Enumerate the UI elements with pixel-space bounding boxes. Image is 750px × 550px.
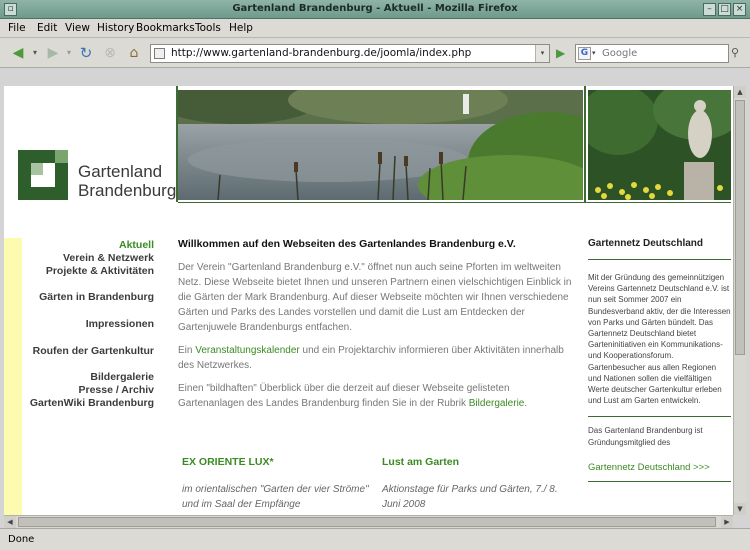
banner-pond-image	[178, 90, 583, 200]
menu-history[interactable]: History	[97, 22, 134, 34]
horizontal-scrollbar[interactable]: ◀ ▶	[4, 515, 733, 528]
menu-bookmarks[interactable]: Bookmarks	[136, 22, 195, 34]
gartennetz-link[interactable]: Gartennetz Deutschland >>>	[588, 462, 731, 482]
event-item: Lust am Garten Aktionstage für Parks und…	[382, 456, 572, 512]
banner-statue-image	[588, 90, 731, 200]
search-box[interactable]: G ▾	[575, 44, 729, 63]
page-viewport: Gartenland Brandenburg Aktuell Verein & …	[4, 86, 733, 515]
navigation-toolbar: ◀ ▾ ▶ ▾ ↻ ⊗ ⌂ http://www.gartenland-bran…	[0, 38, 750, 68]
header-divider-line	[584, 86, 586, 202]
event-description: Aktionstage für Parks und Gärten, 7./ 8.…	[382, 484, 558, 510]
event-title[interactable]: Lust am Garten	[382, 456, 572, 468]
google-engine-icon[interactable]: G	[578, 47, 591, 60]
stop-icon[interactable]: ⊗	[100, 43, 120, 63]
go-arrow-icon[interactable]: ▶	[556, 45, 572, 62]
reload-icon[interactable]: ↻	[76, 43, 96, 63]
window-title: Gartenland Brandenburg - Aktuell - Mozil…	[232, 3, 518, 14]
search-magnifier-icon[interactable]: ⚲	[731, 46, 745, 60]
scroll-up-icon[interactable]: ▲	[734, 86, 746, 98]
vertical-scrollbar[interactable]: ▲ ▼	[733, 86, 746, 515]
logo-text-line2: Brandenburg	[78, 181, 177, 200]
sidebar-text: Mit der Gründung des gemeinnützigen Vere…	[588, 272, 731, 418]
gallery-link[interactable]: Bildergalerie	[469, 398, 525, 409]
nav-item-gartenwiki[interactable]: GartenWiki Brandenburg	[30, 397, 154, 409]
nav-item-projekte-aktivitaeten[interactable]: Projekte & Aktivitäten	[46, 265, 154, 277]
url-dropdown-icon[interactable]: ▾	[535, 45, 549, 62]
nav-item-gaerten-brandenburg[interactable]: Gärten in Brandenburg	[39, 291, 154, 303]
menu-help[interactable]: Help	[229, 22, 253, 34]
back-dropdown-icon[interactable]: ▾	[30, 43, 40, 63]
event-description: im orientalischen "Garten der vier Ström…	[182, 484, 369, 510]
event-item: EX ORIENTE LUX* im orientalischen "Garte…	[182, 456, 372, 512]
minimize-icon[interactable]: –	[703, 3, 716, 16]
nav-item-roufen-gartenkultur[interactable]: Roufen der Gartenkultur	[33, 345, 154, 357]
menu-tools[interactable]: Tools	[195, 22, 221, 34]
scroll-right-icon[interactable]: ▶	[721, 516, 733, 528]
sidebar-heading: Gartennetz Deutschland	[588, 238, 731, 260]
logo-text-line1: Gartenland	[78, 162, 163, 181]
vertical-scroll-thumb[interactable]	[735, 100, 745, 355]
header-bottom-rule	[178, 202, 731, 203]
home-icon[interactable]: ⌂	[124, 43, 144, 63]
nav-item-bildergalerie[interactable]: Bildergalerie	[90, 371, 154, 383]
search-engine-dropdown-icon[interactable]: ▾	[592, 49, 596, 57]
intro-paragraph: Der Verein "Gartenland Brandenburg e.V."…	[178, 262, 572, 333]
search-input[interactable]	[602, 46, 726, 61]
calendar-link[interactable]: Veranstaltungskalender	[195, 345, 300, 356]
site-logo[interactable]: Gartenland Brandenburg	[18, 148, 176, 208]
status-text: Done	[8, 534, 35, 545]
gallery-paragraph: Einen "bildhaften" Überblick über die de…	[178, 383, 528, 409]
scroll-down-icon[interactable]: ▼	[734, 503, 746, 515]
right-sidebar: Gartennetz Deutschland Mit der Gründung …	[588, 238, 731, 482]
forward-arrow-icon[interactable]: ▶	[42, 43, 64, 63]
event-title[interactable]: EX ORIENTE LUX*	[182, 456, 372, 468]
sidebar-membership-text: Das Gartenland Brandenburg ist Gründungs…	[588, 426, 703, 447]
main-content: Willkommen auf den Webseiten des Gartenl…	[178, 238, 576, 419]
calendar-paragraph: Ein Veranstaltungskalender und ein Proje…	[178, 345, 564, 371]
nav-accent-bar	[4, 238, 22, 515]
menu-edit[interactable]: Edit	[37, 22, 57, 34]
back-arrow-icon[interactable]: ◀	[6, 43, 30, 63]
nav-item-impressionen[interactable]: Impressionen	[86, 318, 154, 330]
horizontal-scroll-thumb[interactable]	[18, 517, 716, 527]
nav-item-verein-netzwerk[interactable]: Verein & Netzwerk	[63, 252, 154, 264]
page-heading: Willkommen auf den Webseiten des Gartenl…	[178, 238, 516, 250]
maximize-icon[interactable]: □	[718, 3, 731, 16]
url-bar[interactable]: http://www.gartenland-brandenburg.de/joo…	[150, 44, 550, 63]
nav-item-aktuell[interactable]: Aktuell	[119, 239, 154, 251]
url-text[interactable]: http://www.gartenland-brandenburg.de/joo…	[171, 47, 471, 59]
window-titlebar: ▫ Gartenland Brandenburg - Aktuell - Moz…	[0, 0, 750, 19]
menu-view[interactable]: View	[65, 22, 90, 34]
menubar: File Edit View History Bookmarks Tools H…	[0, 19, 750, 38]
nav-item-presse-archiv[interactable]: Presse / Archiv	[79, 384, 155, 396]
favicon-icon	[154, 48, 165, 59]
scroll-left-icon[interactable]: ◀	[4, 516, 16, 528]
menu-file[interactable]: File	[8, 22, 26, 34]
status-bar: Done	[0, 528, 750, 550]
forward-dropdown-icon[interactable]: ▾	[64, 43, 74, 63]
close-icon[interactable]: ×	[733, 3, 746, 16]
